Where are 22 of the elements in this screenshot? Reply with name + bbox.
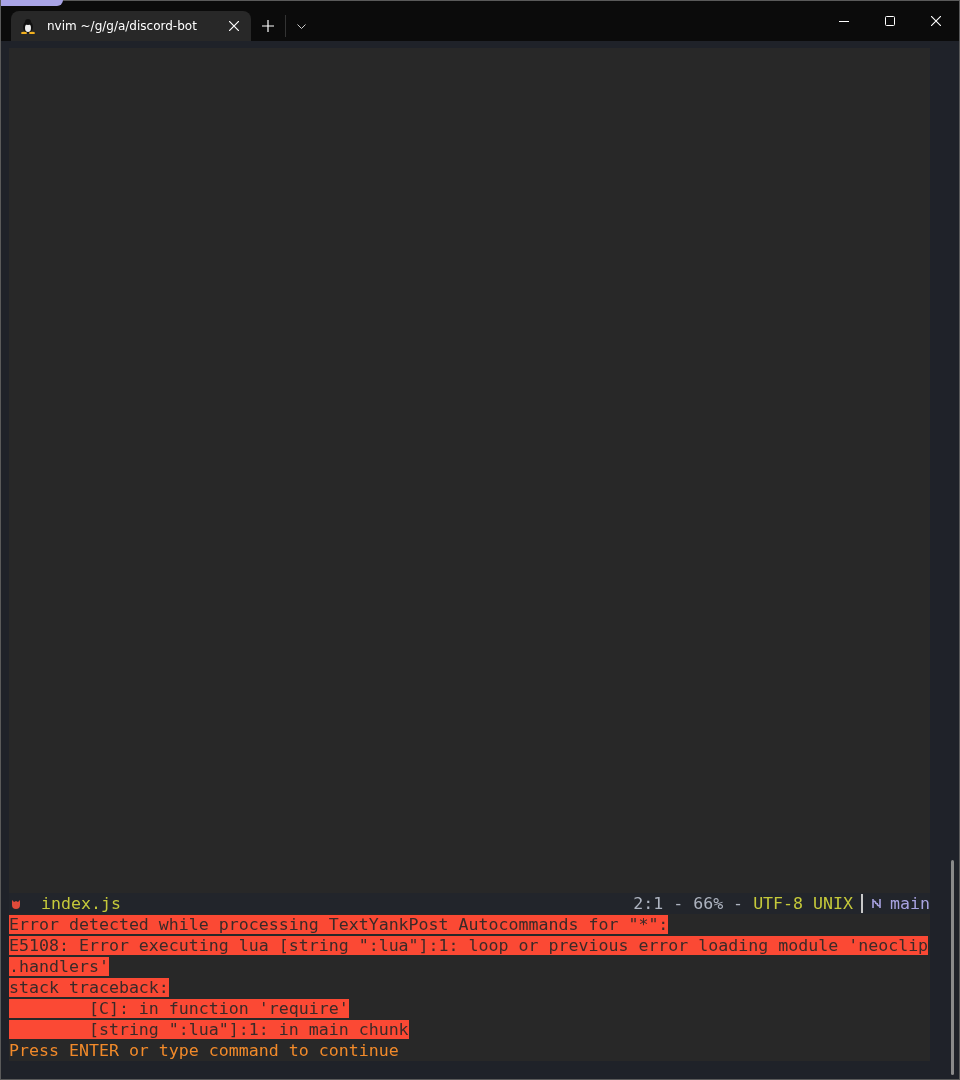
file-type-icon	[11, 898, 21, 909]
error-message: [C]: in function 'require'	[9, 999, 349, 1018]
penguin-icon	[21, 18, 35, 34]
git-branch: main	[890, 893, 930, 914]
tab-title: nvim ~/g/g/a/discord-bot	[47, 19, 198, 33]
cursor-position: 2:1 - 66% -	[633, 893, 744, 914]
maximize-icon[interactable]	[885, 16, 895, 26]
window-accent	[1, 0, 63, 6]
plus-icon[interactable]	[259, 17, 277, 35]
error-message: stack traceback:	[9, 978, 169, 997]
error-message: Error detected while processing TextYankPost Autocommands for "*":	[9, 915, 669, 934]
error-message: E5108: Error executing lua [string ":lua"]:1: loop or previous error loading module 'neoclip	[9, 936, 929, 955]
file-encoding: UTF-8 UNIX	[753, 893, 854, 914]
close-icon[interactable]	[229, 21, 239, 31]
scrollbar-thumb[interactable]	[951, 860, 954, 1075]
close-icon[interactable]	[931, 16, 941, 26]
error-message: [string ":lua"]:1: in main chunk	[9, 1020, 409, 1039]
continue-prompt: Press ENTER or type command to continue	[9, 1041, 399, 1060]
minimize-icon[interactable]	[839, 20, 849, 22]
file-name: index.js	[41, 893, 121, 914]
error-message: .handlers'	[9, 957, 109, 976]
terminal-tab[interactable]: nvim ~/g/g/a/discord-bot	[11, 11, 251, 41]
